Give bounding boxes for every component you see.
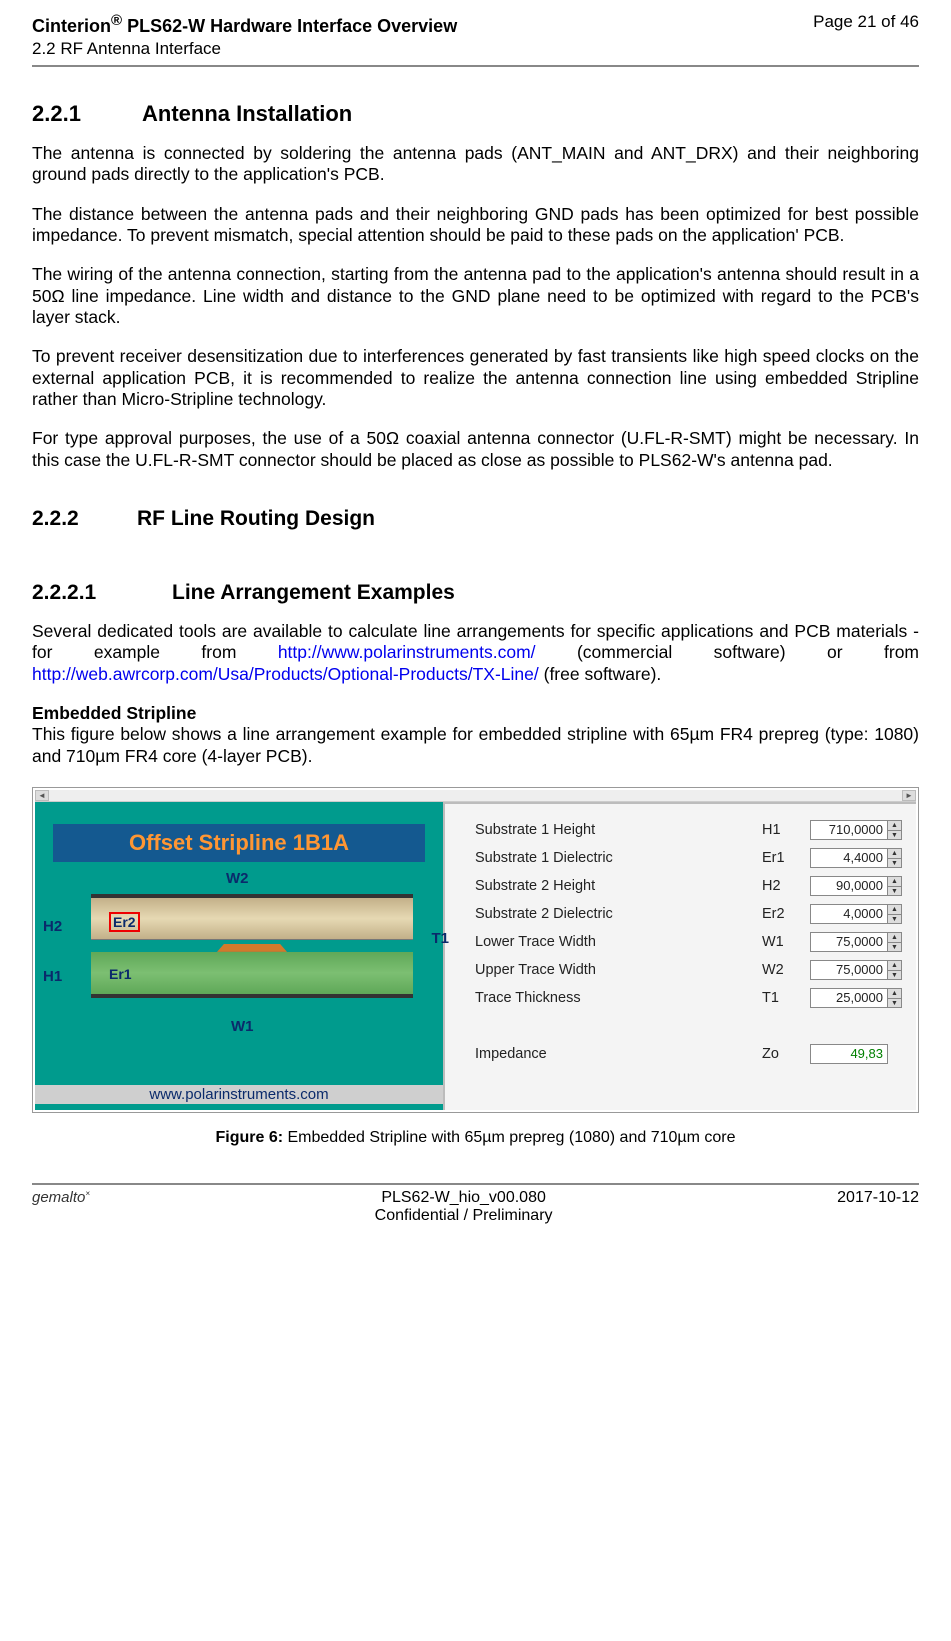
param-input[interactable]: 4,4000 bbox=[810, 848, 888, 868]
impedance-symbol: Zo bbox=[762, 1046, 810, 1062]
figure-6: ◄ ► Offset Stripline 1B1A W2 H2 H1 Er2 E… bbox=[32, 787, 919, 1113]
param-symbol: H2 bbox=[762, 878, 810, 894]
link-awr[interactable]: http://web.awrcorp.com/Usa/Products/Opti… bbox=[32, 664, 539, 684]
scroll-track[interactable] bbox=[49, 790, 902, 801]
spinner-icon[interactable]: ▲▼ bbox=[888, 960, 902, 980]
diagram-title: Offset Stripline 1B1A bbox=[53, 824, 425, 862]
footer-brand: gemalto× bbox=[32, 1189, 90, 1206]
param-input[interactable]: 90,0000 bbox=[810, 876, 888, 896]
impedance-value: 49,83 bbox=[810, 1044, 888, 1064]
param-row: Substrate 2 DielectricEr24,0000▲▼ bbox=[475, 900, 902, 928]
param-symbol: W1 bbox=[762, 934, 810, 950]
para-2-2-1-a: The antenna is connected by soldering th… bbox=[32, 143, 919, 186]
footer-center: PLS62-W_hio_v00.080 Confidential / Preli… bbox=[90, 1189, 837, 1225]
heading-2-2-2: 2.2.2RF Line Routing Design bbox=[32, 507, 919, 531]
substrate-1-layer bbox=[91, 952, 413, 998]
heading-text: Line Arrangement Examples bbox=[172, 581, 455, 604]
param-symbol: Er1 bbox=[762, 850, 810, 866]
text-run: (free software). bbox=[539, 664, 662, 684]
page-header: Cinterion® PLS62-W Hardware Interface Ov… bbox=[32, 12, 919, 59]
param-label: Upper Trace Width bbox=[475, 962, 762, 978]
parameter-panel: Substrate 1 HeightH1710,0000▲▼Substrate … bbox=[445, 802, 916, 1110]
page-number: Page 21 of 46 bbox=[813, 12, 919, 32]
param-input[interactable]: 75,0000 bbox=[810, 932, 888, 952]
label-h1: H1 bbox=[43, 968, 62, 985]
impedance-label: Impedance bbox=[475, 1046, 762, 1062]
label-er1: Er1 bbox=[109, 966, 132, 982]
doc-subtitle: 2.2 RF Antenna Interface bbox=[32, 39, 457, 59]
param-label: Substrate 1 Dielectric bbox=[475, 850, 762, 866]
param-symbol: H1 bbox=[762, 822, 810, 838]
link-polar[interactable]: http://www.polarinstruments.com/ bbox=[278, 642, 536, 662]
param-row: Upper Trace WidthW275,0000▲▼ bbox=[475, 956, 902, 984]
copper-trace bbox=[217, 944, 287, 952]
page-footer: gemalto× PLS62-W_hio_v00.080 Confidentia… bbox=[32, 1185, 919, 1225]
brand-text: gemalto bbox=[32, 1189, 85, 1206]
param-symbol: Er2 bbox=[762, 906, 810, 922]
impedance-row: Impedance Zo 49,83 bbox=[475, 1040, 902, 1068]
doc-title: Cinterion® PLS62-W Hardware Interface Ov… bbox=[32, 12, 457, 37]
footer-confidential: Confidential / Preliminary bbox=[90, 1207, 837, 1225]
scroll-left-icon[interactable]: ◄ bbox=[35, 790, 49, 801]
title-prefix: Cinterion bbox=[32, 16, 111, 36]
trace-layer bbox=[91, 944, 413, 952]
heading-text: RF Line Routing Design bbox=[137, 507, 375, 530]
footer-docid: PLS62-W_hio_v00.080 bbox=[90, 1189, 837, 1207]
scroll-right-icon[interactable]: ► bbox=[902, 790, 916, 801]
footer-date: 2017-10-12 bbox=[837, 1189, 919, 1207]
spinner-icon[interactable]: ▲▼ bbox=[888, 820, 902, 840]
label-w2: W2 bbox=[226, 870, 249, 887]
param-symbol: W2 bbox=[762, 962, 810, 978]
param-row: Substrate 2 HeightH290,0000▲▼ bbox=[475, 872, 902, 900]
spinner-icon[interactable]: ▲▼ bbox=[888, 876, 902, 896]
figure-scrollbar[interactable]: ◄ ► bbox=[35, 790, 916, 802]
spinner-icon[interactable]: ▲▼ bbox=[888, 988, 902, 1008]
param-input[interactable]: 75,0000 bbox=[810, 960, 888, 980]
para-tools: Several dedicated tools are available to… bbox=[32, 621, 919, 685]
label-w1: W1 bbox=[231, 1018, 254, 1035]
param-row: Trace ThicknessT125,0000▲▼ bbox=[475, 984, 902, 1012]
heading-text: Antenna Installation bbox=[142, 101, 352, 126]
param-symbol: T1 bbox=[762, 990, 810, 1006]
subheading-embedded-stripline: Embedded Stripline bbox=[32, 703, 919, 724]
caption-text: Embedded Stripline with 65µm prepreg (10… bbox=[283, 1129, 735, 1146]
para-2-2-1-c: The wiring of the antenna connection, st… bbox=[32, 264, 919, 328]
header-rule bbox=[32, 65, 919, 67]
para-embedded-stripline: This figure below shows a line arrangeme… bbox=[32, 724, 919, 767]
spinner-icon[interactable]: ▲▼ bbox=[888, 904, 902, 924]
caption-label: Figure 6: bbox=[215, 1129, 283, 1146]
param-input[interactable]: 4,0000 bbox=[810, 904, 888, 924]
param-input[interactable]: 25,0000 bbox=[810, 988, 888, 1008]
stripline-diagram-panel: Offset Stripline 1B1A W2 H2 H1 Er2 Er1 T… bbox=[35, 802, 445, 1110]
param-row: Lower Trace WidthW175,0000▲▼ bbox=[475, 928, 902, 956]
label-h2: H2 bbox=[43, 918, 62, 935]
text-run: (commercial software) or from bbox=[536, 642, 919, 662]
spinner-icon[interactable]: ▲▼ bbox=[888, 848, 902, 868]
heading-number: 2.2.1 bbox=[32, 101, 142, 127]
param-row: Substrate 1 HeightH1710,0000▲▼ bbox=[475, 816, 902, 844]
diagram-source-url: www.polarinstruments.com bbox=[35, 1085, 443, 1104]
figure-6-caption: Figure 6: Embedded Stripline with 65µm p… bbox=[32, 1129, 919, 1147]
param-label: Substrate 2 Height bbox=[475, 878, 762, 894]
heading-2-2-2-1: 2.2.2.1Line Arrangement Examples bbox=[32, 581, 919, 605]
para-2-2-1-e: For type approval purposes, the use of a… bbox=[32, 428, 919, 471]
heading-number: 2.2.2 bbox=[32, 507, 137, 531]
label-er2: Er2 bbox=[109, 912, 140, 932]
para-2-2-1-b: The distance between the antenna pads an… bbox=[32, 204, 919, 247]
param-row: Substrate 1 DielectricEr14,4000▲▼ bbox=[475, 844, 902, 872]
heading-2-2-1: 2.2.1Antenna Installation bbox=[32, 101, 919, 127]
param-label: Lower Trace Width bbox=[475, 934, 762, 950]
param-label: Trace Thickness bbox=[475, 990, 762, 1006]
spinner-icon[interactable]: ▲▼ bbox=[888, 932, 902, 952]
reg-mark: ® bbox=[111, 12, 122, 29]
stripline-cross-section: W2 H2 H1 Er2 Er1 T1 W1 bbox=[91, 894, 413, 1029]
label-t1: T1 bbox=[431, 930, 449, 947]
title-suffix: PLS62-W Hardware Interface Overview bbox=[122, 16, 457, 36]
param-input[interactable]: 710,0000 bbox=[810, 820, 888, 840]
para-2-2-1-d: To prevent receiver desensitization due … bbox=[32, 346, 919, 410]
heading-number: 2.2.2.1 bbox=[32, 581, 172, 605]
param-label: Substrate 2 Dielectric bbox=[475, 906, 762, 922]
param-label: Substrate 1 Height bbox=[475, 822, 762, 838]
